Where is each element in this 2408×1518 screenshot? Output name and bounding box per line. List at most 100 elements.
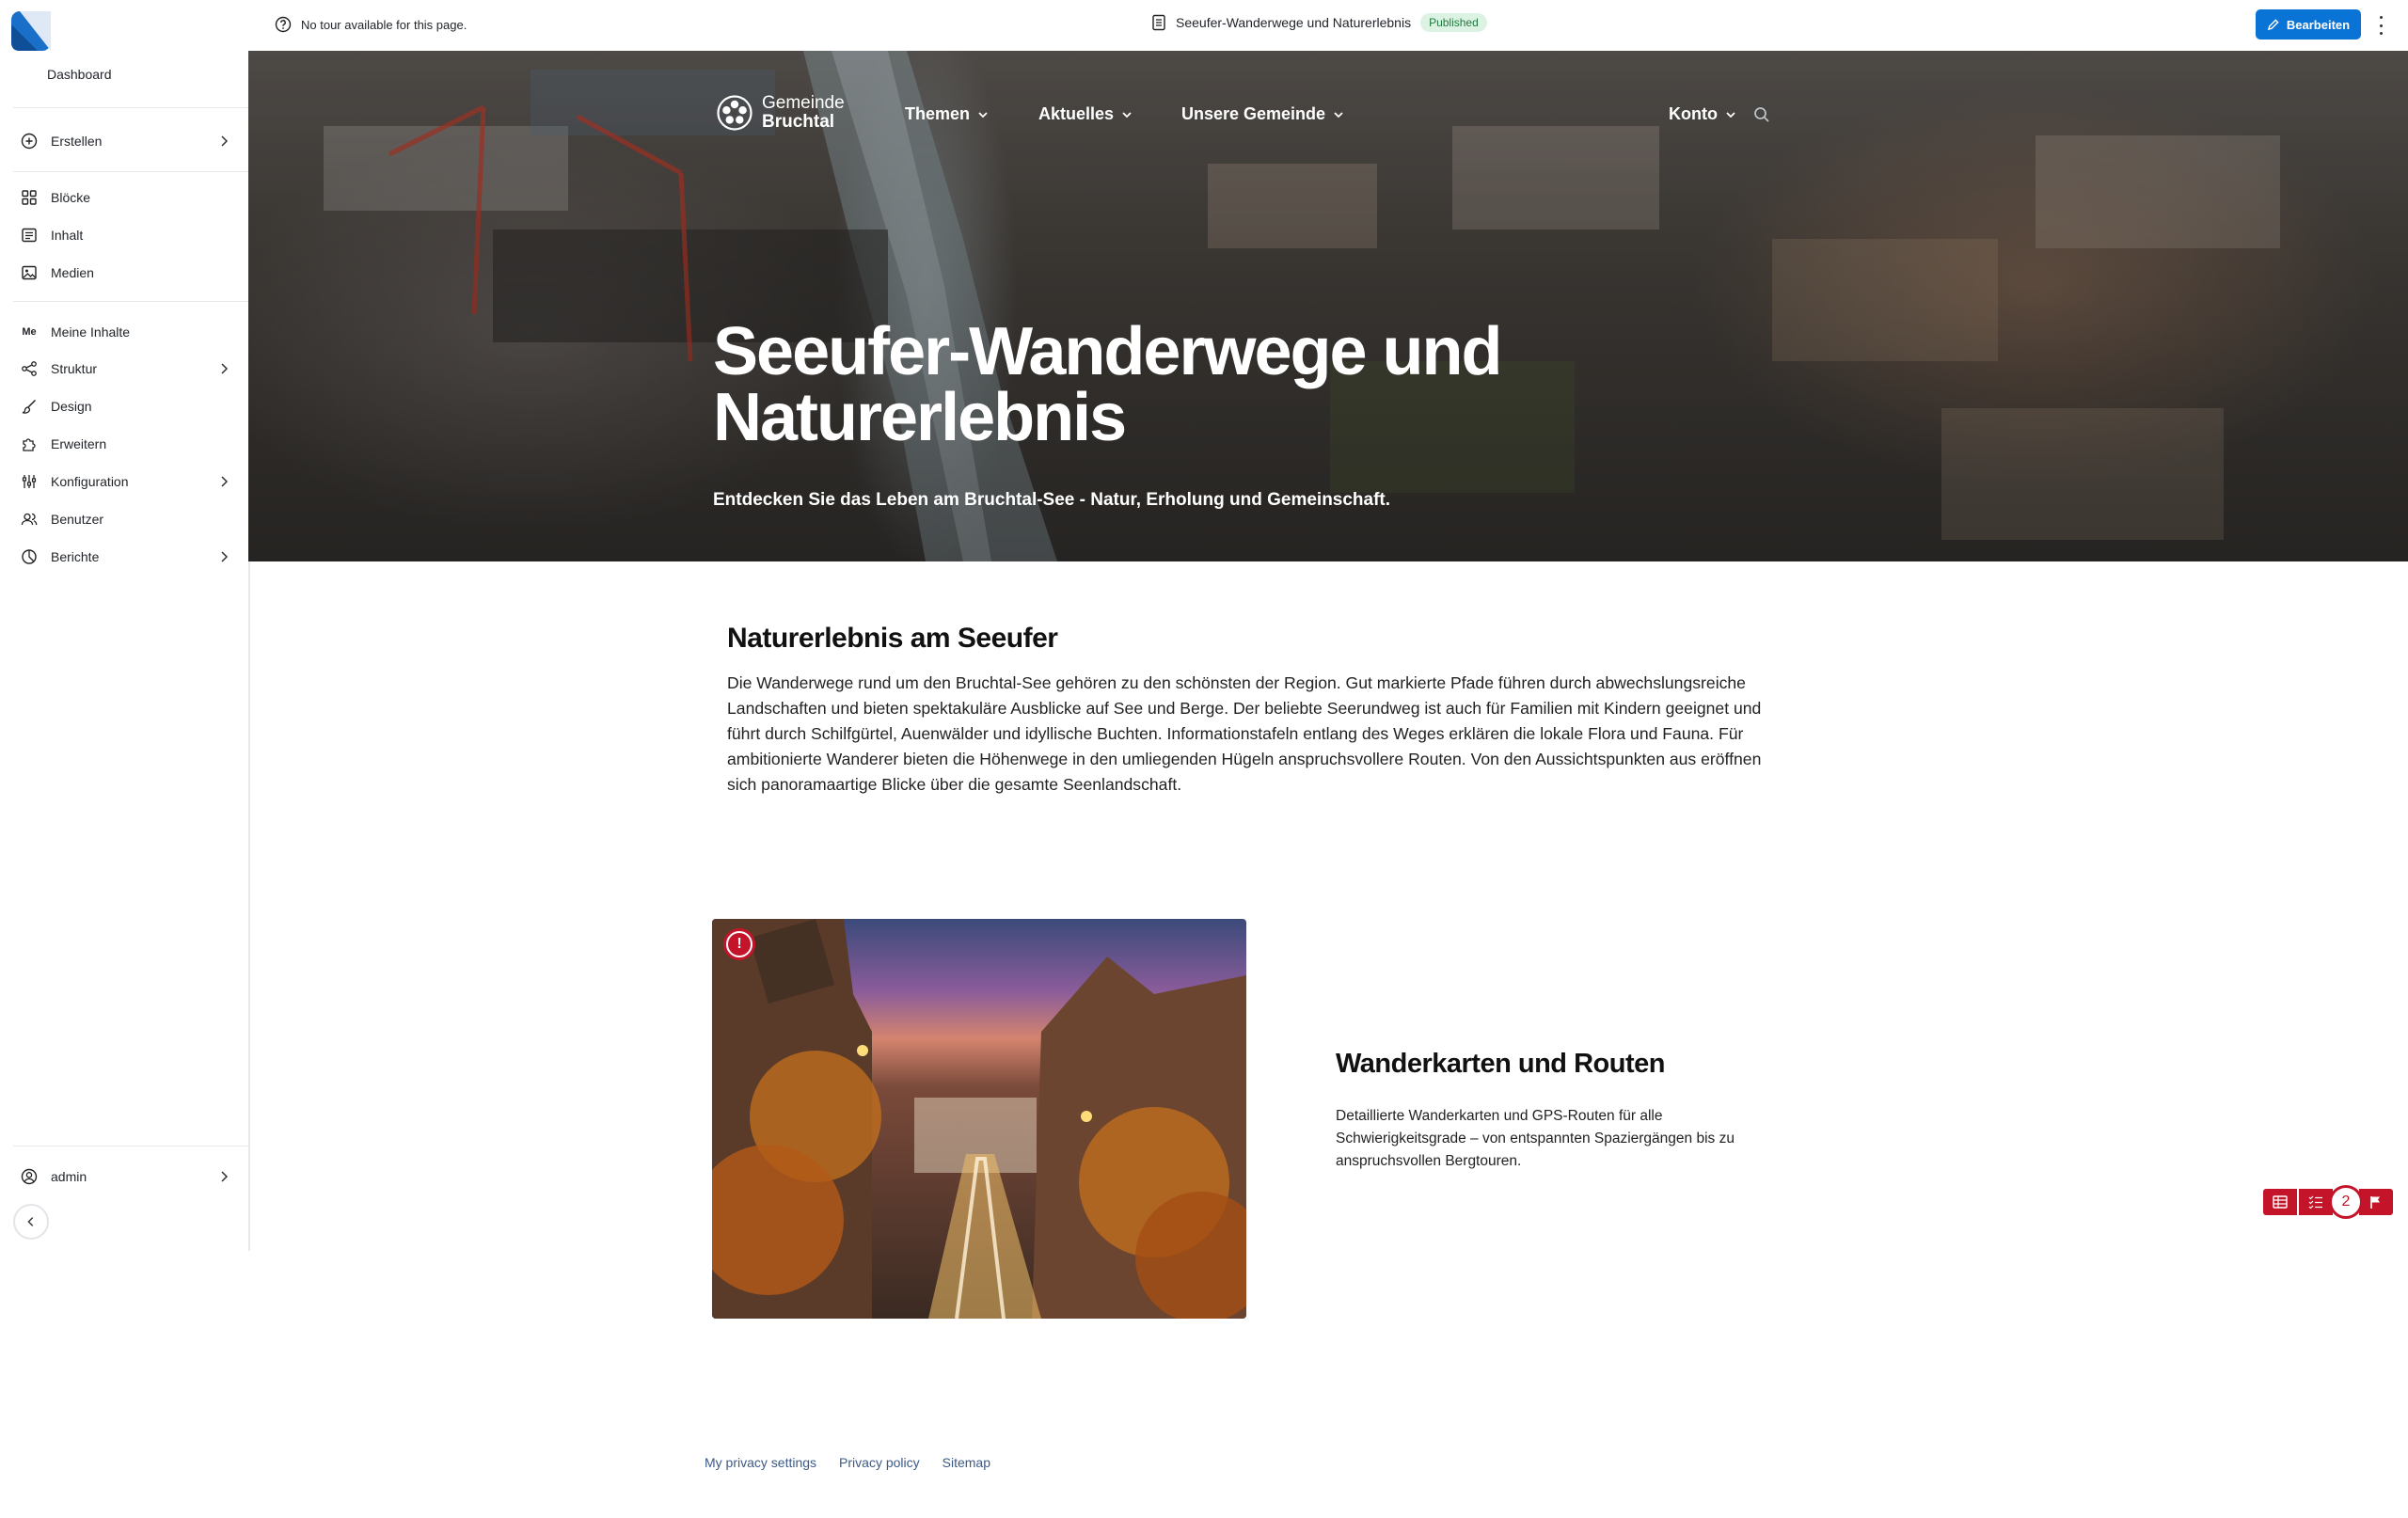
table-view-button[interactable] — [2263, 1189, 2297, 1215]
card-title: Wanderkarten und Routen — [1336, 1049, 1665, 1079]
sidebar-item-label: Erstellen — [51, 134, 103, 149]
sidebar-item-berichte[interactable]: Berichte — [13, 540, 235, 574]
footer-link-privacy-policy[interactable]: Privacy policy — [839, 1455, 920, 1470]
me-badge-icon: Me — [22, 326, 37, 338]
sidebar-item-label: Design — [51, 399, 92, 414]
table-icon — [2273, 1195, 2288, 1209]
hero-title: Seeufer-Wanderwege und Naturerlebnis — [713, 314, 1502, 455]
sidebar-divider — [13, 107, 248, 108]
footer-link-privacy-settings[interactable]: My privacy settings — [705, 1455, 816, 1470]
issue-count-badge[interactable]: 2 — [2329, 1185, 2363, 1219]
brand-line-2: Bruchtal — [762, 112, 835, 132]
sidebar-item-label: Blöcke — [51, 190, 91, 205]
blocks-grid-icon — [21, 189, 38, 206]
page-title: Seeufer-Wanderwege und Naturerlebnis — [1176, 15, 1412, 30]
nav-unsere-gemeinde[interactable]: Unsere Gemeinde — [1181, 104, 1344, 124]
search-icon[interactable] — [1753, 106, 1770, 123]
sidebar-item-benutzer[interactable]: Benutzer — [13, 502, 235, 536]
sidebar-item-label: Berichte — [51, 549, 100, 564]
brush-icon — [21, 398, 38, 415]
chevron-right-icon — [221, 551, 229, 562]
admin-topbar: No tour available for this page. Seeufer… — [248, 0, 2408, 52]
page-info: Seeufer-Wanderwege und Naturerlebnis Pub… — [1151, 13, 1487, 32]
chevron-left-icon — [27, 1217, 34, 1226]
sidebar-item-label: Konfiguration — [51, 474, 129, 489]
section-text: Die Wanderwege rund um den Bruchtal-See … — [727, 673, 1762, 794]
sidebar-item-design[interactable]: Design — [13, 389, 235, 423]
sidebar-item-label: Inhalt — [51, 228, 84, 243]
status-badge: Published — [1420, 13, 1487, 32]
flag-button[interactable] — [2359, 1189, 2393, 1215]
nav-themen[interactable]: Themen — [905, 104, 989, 124]
checklist-icon — [2308, 1195, 2322, 1209]
footer-links: My privacy settings Privacy policy Sitem… — [705, 1455, 1013, 1470]
street-evening-image — [712, 919, 1246, 1319]
hero-subtitle: Entdecken Sie das Leben am Bruchtal-See … — [713, 490, 1391, 510]
footer-link-sitemap[interactable]: Sitemap — [943, 1455, 990, 1470]
hero-banner: Gemeinde Bruchtal Themen Aktuelles Unser… — [248, 51, 2408, 561]
chevron-down-icon — [1334, 111, 1343, 118]
warning-glyph: ! — [728, 933, 751, 956]
sidebar-item-label: Meine Inhalte — [51, 324, 131, 340]
chevron-down-icon — [978, 111, 988, 118]
sidebar-divider — [13, 301, 248, 302]
edit-button[interactable]: Bearbeiten — [2256, 9, 2361, 40]
chevron-right-icon — [221, 363, 229, 374]
sidebar-item-label: Medien — [51, 265, 94, 280]
chevron-down-icon — [1726, 111, 1735, 118]
warning-icon[interactable]: ! — [723, 928, 755, 960]
sidebar-item-erweitern[interactable]: Erweitern — [13, 427, 235, 461]
nav-konto[interactable]: Konto — [1669, 104, 1736, 124]
user-circle-icon — [21, 1168, 38, 1185]
user-label: admin — [51, 1169, 87, 1184]
structure-icon — [21, 360, 38, 377]
sidebar-item-bloecke[interactable]: Blöcke — [13, 181, 235, 214]
app-logo[interactable] — [11, 11, 51, 51]
sidebar-item-label: Benutzer — [51, 512, 104, 527]
nav-aktuelles[interactable]: Aktuelles — [1038, 104, 1133, 124]
plus-circle-icon — [21, 133, 38, 150]
nav-label: Unsere Gemeinde — [1181, 104, 1326, 123]
reports-pie-icon — [21, 548, 38, 565]
users-icon — [21, 511, 38, 528]
chevron-right-icon — [221, 135, 229, 147]
card-text: Detaillierte Wanderkarten und GPS-Routen… — [1336, 1108, 1735, 1169]
nav-label: Themen — [905, 104, 971, 123]
flag-icon — [2370, 1196, 2380, 1209]
collapse-sidebar-button[interactable] — [13, 1204, 49, 1240]
media-image-icon — [21, 264, 38, 281]
checklist-button[interactable] — [2299, 1189, 2333, 1215]
sidebar-item-meine-inhalte[interactable]: Me Meine Inhalte — [13, 315, 235, 349]
chevron-right-icon — [221, 476, 229, 487]
chevron-right-icon — [221, 1171, 229, 1182]
brand-line-1: Gemeinde — [762, 93, 845, 113]
sidebar-divider — [13, 171, 248, 172]
sidebar-item-inhalt[interactable]: Inhalt — [13, 218, 235, 252]
sidebar-item-erstellen[interactable]: Erstellen — [13, 124, 235, 158]
tour-info[interactable]: No tour available for this page. — [275, 16, 467, 33]
sidebar-item-struktur[interactable]: Struktur — [13, 352, 235, 386]
sidebar-item-label: Struktur — [51, 361, 98, 376]
sliders-icon — [21, 473, 38, 490]
puzzle-icon — [21, 435, 38, 452]
more-options-icon[interactable] — [2376, 13, 2385, 38]
accessibility-toolbar: 2 — [2263, 1185, 2393, 1219]
hero-overlay — [248, 51, 2408, 561]
document-icon — [1152, 14, 1165, 31]
edit-button-label: Bearbeiten — [2286, 17, 2351, 32]
section-title: Naturerlebnis am Seeufer — [727, 623, 1058, 654]
nav-label: Konto — [1669, 104, 1718, 123]
pencil-icon — [2267, 18, 2279, 30]
sidebar-user-menu[interactable]: admin — [13, 1160, 235, 1194]
sidebar-item-label: Erweitern — [51, 436, 107, 451]
chevron-down-icon — [1122, 111, 1132, 118]
admin-sidebar: Dashboard Erstellen Blöcke Inhalt Medien… — [0, 0, 250, 1251]
nav-label: Aktuelles — [1038, 104, 1115, 123]
tour-text: No tour available for this page. — [301, 17, 467, 32]
dashboard-link[interactable]: Dashboard — [47, 67, 112, 82]
sidebar-item-medien[interactable]: Medien — [13, 256, 235, 290]
site-logo[interactable]: Gemeinde Bruchtal — [717, 94, 845, 132]
sidebar-item-konfiguration[interactable]: Konfiguration — [13, 465, 235, 498]
flower-emblem-icon — [717, 95, 752, 131]
content-list-icon — [21, 227, 38, 244]
